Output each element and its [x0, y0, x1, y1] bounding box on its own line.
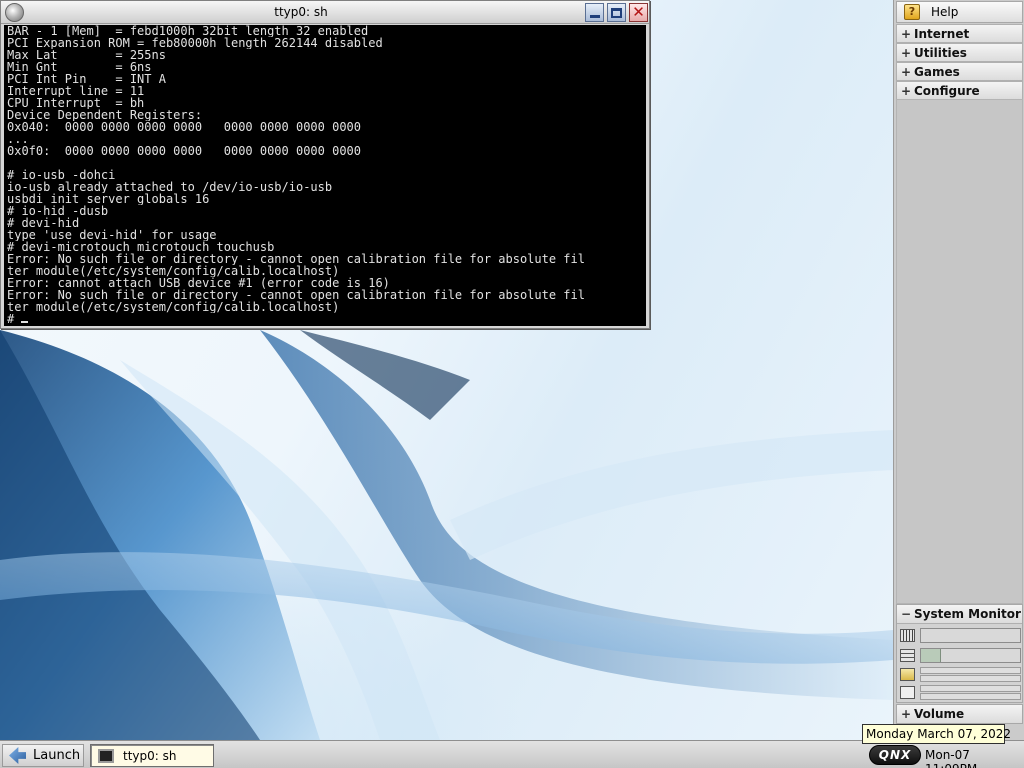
memory-icon [900, 649, 915, 662]
terminal-prompt-line: # [7, 313, 646, 325]
memory-usage-bar [920, 648, 1021, 663]
terminal-line: io-usb already attached to /dev/io-usb/i… [7, 181, 333, 193]
launch-button[interactable]: Launch [2, 744, 84, 767]
taskbar-item-terminal[interactable]: ttyp0: sh [90, 744, 214, 767]
expand-icon: + [900, 707, 912, 721]
process-bar-2 [920, 675, 1021, 682]
window-titlebar[interactable]: ttyp0: sh ✕ [1, 1, 649, 24]
network-monitor [899, 684, 1021, 703]
help-button[interactable]: ? Help [896, 1, 1023, 23]
shelf-group-label: Configure [914, 83, 980, 98]
shelf-empty-area [896, 99, 1023, 604]
terminal-icon [98, 748, 114, 763]
terminal-prompt: # [7, 313, 22, 325]
terminal-line: 0x040: 0000 0000 0000 0000 0000 0000 000… [7, 121, 362, 133]
cpu-monitor [899, 627, 1021, 646]
terminal-line: Max Lat = 255ns [7, 49, 166, 61]
help-label: Help [931, 5, 959, 19]
shelf-group-label: Internet [914, 26, 970, 41]
terminal-line: # devi-microtouch microtouch touchusb [7, 241, 275, 253]
expand-icon: + [900, 64, 912, 79]
close-icon: ✕ [632, 3, 645, 21]
terminal-line: # io-hid -dusb [7, 205, 109, 217]
terminal-line: Interrupt line = 11 [7, 85, 145, 97]
terminal-line: Error: cannot attach USB device #1 (erro… [7, 277, 390, 289]
shelf-group-internet[interactable]: + Internet [896, 24, 1023, 43]
launch-label: Launch [33, 748, 81, 763]
cpu-usage-bar [920, 628, 1021, 643]
qnx-logo[interactable]: QNX [869, 745, 921, 765]
system-monitor-label: System Monitor [914, 607, 1021, 621]
expand-icon: + [900, 45, 912, 60]
process-icon [900, 668, 915, 681]
expand-icon: + [900, 83, 912, 98]
date-tooltip: Monday March 07, 2022 [862, 724, 1011, 744]
system-monitor-panel: − System Monitor [896, 604, 1023, 703]
process-monitor [899, 666, 1021, 685]
cpu-icon [900, 629, 915, 642]
memory-monitor [899, 647, 1021, 666]
network-bar-1 [920, 685, 1021, 692]
right-shelf: ? Help + Internet + Utilities + Games + … [893, 0, 1024, 740]
help-book-icon: ? [904, 4, 920, 20]
window-title: ttyp0: sh [274, 5, 328, 19]
shelf-group-label: Utilities [914, 45, 967, 60]
text-cursor [21, 321, 29, 323]
terminal-line: type 'use devi-hid' for usage [7, 229, 217, 241]
clock[interactable]: Mon-07 11:09PM [925, 748, 1022, 768]
volume-panel[interactable]: + Volume [896, 704, 1023, 724]
terminal-line: CPU Interrupt = bh [7, 97, 145, 109]
terminal-lines: BAR - 1 [Mem] = febd1000h 32bit length 3… [7, 25, 646, 325]
terminal-line: BAR - 1 [Mem] = febd1000h 32bit length 3… [7, 25, 369, 37]
terminal-line: ... [7, 133, 29, 145]
terminal-line: Device Dependent Registers: [7, 109, 203, 121]
terminal-window[interactable]: ttyp0: sh ✕ BAR - 1 [Mem] = febd1000h 32… [0, 0, 650, 329]
terminal-line: # devi-hid [7, 217, 80, 229]
maximize-icon [611, 7, 622, 18]
network-icon [900, 686, 915, 699]
system-monitor-header[interactable]: − System Monitor [897, 605, 1022, 624]
process-bar-1 [920, 667, 1021, 674]
terminal-line: 0x0f0: 0000 0000 0000 0000 0000 0000 000… [7, 145, 362, 157]
terminal-line: # io-usb -dohci [7, 169, 116, 181]
expand-icon: + [900, 26, 912, 41]
minimize-icon [589, 15, 600, 18]
terminal-line: Error: No such file or directory - canno… [7, 289, 585, 301]
maximize-button[interactable] [607, 3, 626, 22]
terminal-line: Min Gnt = 6ns [7, 61, 152, 73]
memory-usage-fill [921, 649, 941, 662]
taskbar: Launch ttyp0: sh QNX Mon-07 11:09PM [0, 740, 1024, 768]
shelf-group-games[interactable]: + Games [896, 62, 1023, 81]
shelf-group-utilities[interactable]: + Utilities [896, 43, 1023, 62]
taskbar-item-label: ttyp0: sh [123, 748, 177, 763]
terminal-line: PCI Expansion ROM = feb80000h length 262… [7, 37, 383, 49]
terminal-line: PCI Int Pin = INT A [7, 73, 166, 85]
network-bar-2 [920, 693, 1021, 700]
collapse-icon: − [900, 607, 912, 621]
terminal-line: usbdi_init_server_globals 16 [7, 193, 210, 205]
minimize-button[interactable] [585, 3, 604, 22]
terminal-output[interactable]: BAR - 1 [Mem] = febd1000h 32bit length 3… [4, 25, 646, 326]
terminal-line: ter module(/etc/system/config/calib.loca… [7, 265, 340, 277]
volume-label: Volume [914, 707, 965, 721]
launch-arrow-icon [9, 747, 26, 764]
close-button[interactable]: ✕ [629, 3, 648, 22]
shelf-group-configure[interactable]: + Configure [896, 81, 1023, 100]
terminal-line: Error: No such file or directory - canno… [7, 253, 585, 265]
terminal-line: ter module(/etc/system/config/calib.loca… [7, 301, 340, 313]
shelf-group-label: Games [914, 64, 960, 79]
